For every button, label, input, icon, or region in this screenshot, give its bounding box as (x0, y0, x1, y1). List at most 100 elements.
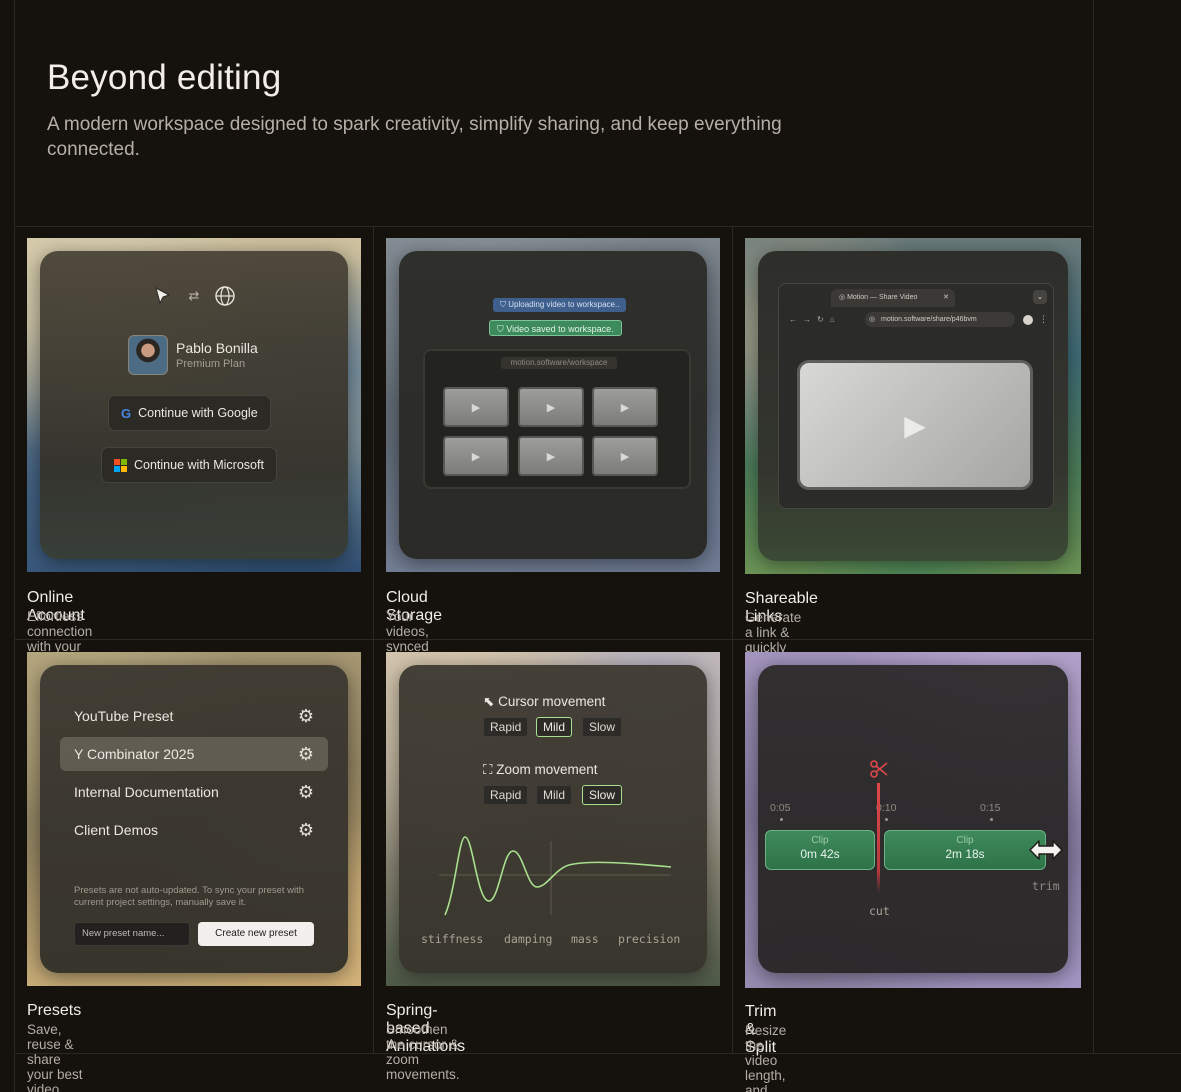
globe-icon: ◎ (869, 316, 876, 323)
timeline-clip[interactable]: Clip 0m 42s (765, 830, 875, 870)
scissors-icon (870, 760, 888, 778)
uploading-toast: ⛉ Uploading video to workspace.. (493, 298, 627, 312)
playhead[interactable] (877, 783, 880, 893)
zoom-option-slow[interactable]: Slow (582, 785, 623, 805)
cursor-icon: ⬉ (483, 694, 495, 709)
grid-line (14, 226, 1094, 227)
tab-menu-icon[interactable]: ⌄ (1033, 290, 1047, 304)
trim-label: trim (1032, 879, 1060, 893)
card-subtitle: Resize the video length, and cut clips. (745, 1023, 787, 1092)
preset-label: YouTube Preset (74, 708, 174, 724)
timeline-clip[interactable]: Clip 2m 18s (884, 830, 1046, 870)
spring-curve-graph (439, 836, 672, 916)
preset-item-selected[interactable]: Y Combinator 2025 ⚙ (60, 737, 328, 771)
timeline-panel: 0:05 0:10 0:15 Clip 0m 42s Clip 2m 18s c… (758, 665, 1068, 973)
close-tab-icon[interactable]: ✕ (943, 289, 949, 307)
tick-marker (780, 818, 783, 821)
zoom-option-mild[interactable]: Mild (536, 785, 573, 805)
presets-panel: YouTube Preset ⚙ Y Combinator 2025 ⚙ Int… (40, 665, 348, 973)
microsoft-icon (114, 458, 127, 472)
cursor-option-slow[interactable]: Slow (582, 717, 623, 737)
gear-icon[interactable]: ⚙ (298, 775, 314, 809)
spring-panel: ⬉ Cursor movement Rapid Mild Slow ⛶ Zoom… (399, 665, 707, 973)
globe-icon (215, 286, 236, 306)
timeline-tick: 0:15 (980, 802, 1001, 814)
page-subtitle: A modern workspace designed to spark cre… (47, 114, 782, 160)
param-stiffness: stiffness (421, 932, 484, 946)
address-bar[interactable]: ◎ motion.software/share/p46bvm (865, 312, 1015, 327)
saved-toast: ⛉ Video saved to workspace. (489, 320, 622, 336)
gear-icon[interactable]: ⚙ (298, 813, 314, 847)
more-options-icon[interactable]: ⋮ (1039, 312, 1048, 327)
preset-item[interactable]: Client Demos ⚙ (60, 813, 328, 847)
play-icon: ▶ (546, 450, 556, 463)
swap-icon: ⇄ (188, 288, 200, 304)
video-thumbnail[interactable]: ▶ (443, 387, 509, 427)
profile-name: Pablo Bonilla (176, 340, 258, 356)
storage-panel: ⛉ Uploading video to workspace.. ⛉ Video… (399, 251, 707, 559)
profile-dot[interactable] (1023, 315, 1033, 325)
cursor-option-mild[interactable]: Mild (536, 717, 573, 737)
workspace-url: motion.software/workspace (501, 357, 617, 369)
continue-with-google-button[interactable]: G Continue with Google (108, 395, 271, 431)
address-text: motion.software/share/p46bvm (881, 316, 977, 323)
browser-window: ◎ Motion — Share Video ✕ ⌄ ←→↻⌂ ◎ motion… (778, 283, 1054, 509)
zoom-movement-label: ⛶ Zoom movement (483, 762, 598, 777)
gear-icon[interactable]: ⚙ (298, 699, 314, 733)
grid-line (14, 0, 15, 1092)
profile-plan: Premium Plan (176, 358, 246, 370)
google-button-label: Continue with Google (138, 406, 258, 420)
video-player[interactable]: ▶ (797, 360, 1033, 490)
continue-with-microsoft-button[interactable]: Continue with Microsoft (101, 447, 277, 483)
microsoft-button-label: Continue with Microsoft (134, 458, 264, 472)
play-icon: ▶ (471, 450, 481, 463)
zoom-option-rapid[interactable]: Rapid (483, 785, 529, 805)
card-title: Presets (27, 1002, 82, 1019)
card-artwork: YouTube Preset ⚙ Y Combinator 2025 ⚙ Int… (27, 652, 361, 986)
gear-icon[interactable]: ⚙ (298, 737, 314, 771)
play-icon: ▶ (546, 401, 556, 414)
clip-duration: 2m 18s (945, 847, 985, 861)
card-artwork: 0:05 0:10 0:15 Clip 0m 42s Clip 2m 18s c… (745, 652, 1081, 988)
tick-marker (885, 818, 888, 821)
video-thumbnail[interactable]: ▶ (443, 436, 509, 476)
browser-tab[interactable]: ◎ Motion — Share Video ✕ (831, 289, 955, 307)
user-profile: Pablo Bonilla Premium Plan (128, 335, 258, 375)
browser-nav-icons[interactable]: ←→↻⌂ (789, 312, 841, 327)
play-icon: ▶ (620, 450, 630, 463)
play-icon: ▶ (471, 401, 481, 414)
video-thumbnail[interactable]: ▶ (518, 387, 584, 427)
create-preset-button[interactable]: Create new preset (198, 922, 314, 946)
connection-icons: ⇄ (40, 285, 348, 307)
grid-line (14, 639, 1094, 640)
card-artwork: ◎ Motion — Share Video ✕ ⌄ ←→↻⌂ ◎ motion… (745, 238, 1081, 574)
preset-label: Internal Documentation (74, 784, 219, 800)
zoom-icon: ⛶ (483, 762, 493, 777)
grid-line (1093, 0, 1094, 1053)
play-icon: ▶ (620, 401, 630, 414)
preset-label: Y Combinator 2025 (74, 746, 195, 762)
preset-label: Client Demos (74, 822, 159, 838)
preset-name-input[interactable]: New preset name... (74, 922, 190, 946)
preset-item[interactable]: YouTube Preset ⚙ (60, 699, 328, 733)
favicon-icon: ◎ (839, 294, 848, 301)
cursor-movement-label: ⬉ Cursor movement (483, 694, 606, 709)
login-panel: ⇄ Pablo Bonilla Premium Plan G Continue … (40, 251, 348, 559)
video-thumbnail[interactable]: ▶ (592, 387, 658, 427)
card-artwork: ⬉ Cursor movement Rapid Mild Slow ⛶ Zoom… (386, 652, 720, 986)
avatar (128, 335, 168, 375)
param-mass: mass (571, 932, 599, 946)
play-icon: ▶ (904, 409, 926, 441)
param-precision: precision (618, 932, 681, 946)
preset-item[interactable]: Internal Documentation ⚙ (60, 775, 328, 809)
resize-handle-icon[interactable] (1028, 836, 1064, 864)
timeline-tick: 0:05 (770, 802, 791, 814)
tab-title: Motion — Share Video (847, 294, 918, 301)
cursor-option-rapid[interactable]: Rapid (483, 717, 529, 737)
hero-section: Beyond editing A modern workspace design… (47, 58, 807, 162)
video-thumbnail[interactable]: ▶ (592, 436, 658, 476)
cursor-icon (154, 287, 170, 305)
video-thumbnail[interactable]: ▶ (518, 436, 584, 476)
cut-label: cut (869, 904, 890, 918)
workspace-window: motion.software/workspace ▶ ▶ ▶ ▶ ▶ ▶ (423, 349, 691, 489)
